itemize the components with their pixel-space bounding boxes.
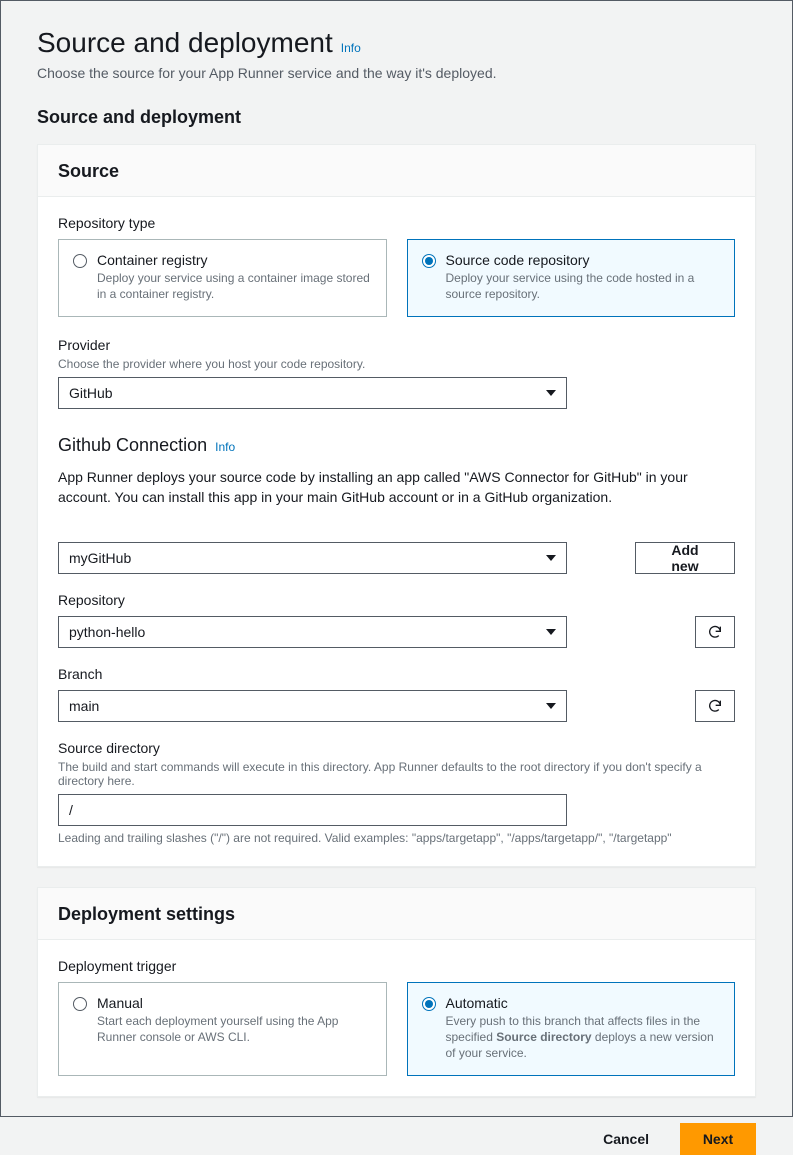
- deployment-settings-panel: Deployment settings Deployment trigger M…: [37, 887, 756, 1098]
- source-directory-input[interactable]: [58, 794, 567, 826]
- connection-value: myGitHub: [69, 550, 131, 566]
- deployment-settings-title: Deployment settings: [38, 888, 755, 940]
- page-title: Source and deployment: [37, 27, 333, 59]
- refresh-icon: [707, 624, 723, 640]
- chevron-down-icon: [546, 703, 556, 709]
- radio-icon: [73, 254, 87, 268]
- source-panel-title: Source: [38, 145, 755, 197]
- github-connection-title: Github Connection: [58, 435, 207, 456]
- repository-select[interactable]: python-hello: [58, 616, 567, 648]
- tile-title: Manual: [97, 995, 372, 1011]
- page-subtitle: Choose the source for your App Runner se…: [37, 65, 756, 81]
- provider-label: Provider: [58, 337, 735, 353]
- repository-value: python-hello: [69, 624, 145, 640]
- refresh-branch-button[interactable]: [695, 690, 735, 722]
- refresh-repository-button[interactable]: [695, 616, 735, 648]
- branch-label: Branch: [58, 666, 675, 682]
- radio-icon: [422, 997, 436, 1011]
- tile-title: Automatic: [446, 995, 721, 1011]
- provider-value: GitHub: [69, 385, 113, 401]
- radio-icon: [73, 997, 87, 1011]
- chevron-down-icon: [546, 390, 556, 396]
- tile-desc: Deploy your service using a container im…: [97, 270, 372, 302]
- tile-desc: Deploy your service using the code hoste…: [446, 270, 721, 302]
- tile-manual[interactable]: Manual Start each deployment yourself us…: [58, 982, 387, 1077]
- deployment-trigger-label: Deployment trigger: [58, 958, 735, 974]
- radio-icon: [422, 254, 436, 268]
- provider-desc: Choose the provider where you host your …: [58, 357, 735, 371]
- repository-label: Repository: [58, 592, 675, 608]
- chevron-down-icon: [546, 629, 556, 635]
- tile-desc: Start each deployment yourself using the…: [97, 1013, 372, 1045]
- chevron-down-icon: [546, 555, 556, 561]
- tile-source-code-repository[interactable]: Source code repository Deploy your servi…: [407, 239, 736, 317]
- cancel-button[interactable]: Cancel: [582, 1123, 670, 1155]
- tile-container-registry[interactable]: Container registry Deploy your service u…: [58, 239, 387, 317]
- tile-title: Source code repository: [446, 252, 721, 268]
- tile-desc: Every push to this branch that affects f…: [446, 1013, 721, 1062]
- next-button[interactable]: Next: [680, 1123, 756, 1155]
- tile-automatic[interactable]: Automatic Every push to this branch that…: [407, 982, 736, 1077]
- branch-value: main: [69, 698, 99, 714]
- tile-title: Container registry: [97, 252, 372, 268]
- source-directory-label: Source directory: [58, 740, 735, 756]
- refresh-icon: [707, 698, 723, 714]
- connection-select[interactable]: myGitHub: [58, 542, 567, 574]
- branch-select[interactable]: main: [58, 690, 567, 722]
- info-link[interactable]: Info: [341, 41, 361, 55]
- source-directory-hint: Leading and trailing slashes ("/") are n…: [58, 830, 735, 846]
- github-connection-paragraph: App Runner deploys your source code by i…: [58, 468, 735, 507]
- provider-select[interactable]: GitHub: [58, 377, 567, 409]
- github-connection-info-link[interactable]: Info: [215, 440, 235, 454]
- repository-type-label: Repository type: [58, 215, 735, 231]
- source-directory-desc: The build and start commands will execut…: [58, 760, 735, 788]
- source-panel: Source Repository type Container registr…: [37, 144, 756, 867]
- section-header: Source and deployment: [37, 107, 756, 128]
- add-new-button[interactable]: Add new: [635, 542, 735, 574]
